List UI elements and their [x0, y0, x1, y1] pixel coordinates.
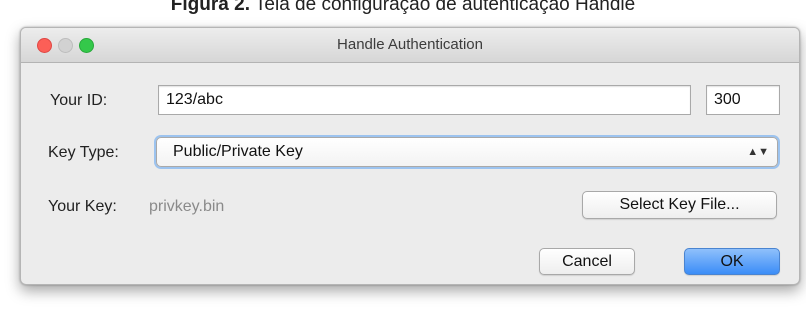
cancel-button[interactable]: Cancel — [539, 248, 635, 275]
dialog-window: Handle Authentication Your ID: 123/abc 3… — [20, 27, 800, 285]
key-type-label: Key Type: — [48, 144, 119, 161]
your-key-label: Your Key: — [48, 198, 117, 215]
select-key-file-button[interactable]: Select Key File... — [582, 191, 777, 219]
figure-caption-prefix: Figura 2. — [170, 0, 250, 15]
key-type-selected: Public/Private Key — [173, 143, 303, 160]
key-type-select[interactable]: Public/Private Key ▲▼ — [156, 137, 778, 167]
title-bar: Handle Authentication — [21, 28, 799, 63]
ok-button[interactable]: OK — [684, 248, 780, 275]
your-id-label: Your ID: — [50, 92, 108, 109]
window-title: Handle Authentication — [337, 36, 483, 53]
your-key-value: privkey.bin — [149, 198, 225, 215]
figure-caption-text: Tela de configuração de autenticação Han… — [254, 0, 636, 15]
up-down-arrows-icon: ▲▼ — [747, 146, 769, 158]
figure-caption: Figura 2. Tela de configuração de autent… — [0, 0, 806, 20]
your-id-input[interactable]: 123/abc — [158, 85, 691, 115]
handle-index-input[interactable]: 300 — [706, 85, 780, 115]
